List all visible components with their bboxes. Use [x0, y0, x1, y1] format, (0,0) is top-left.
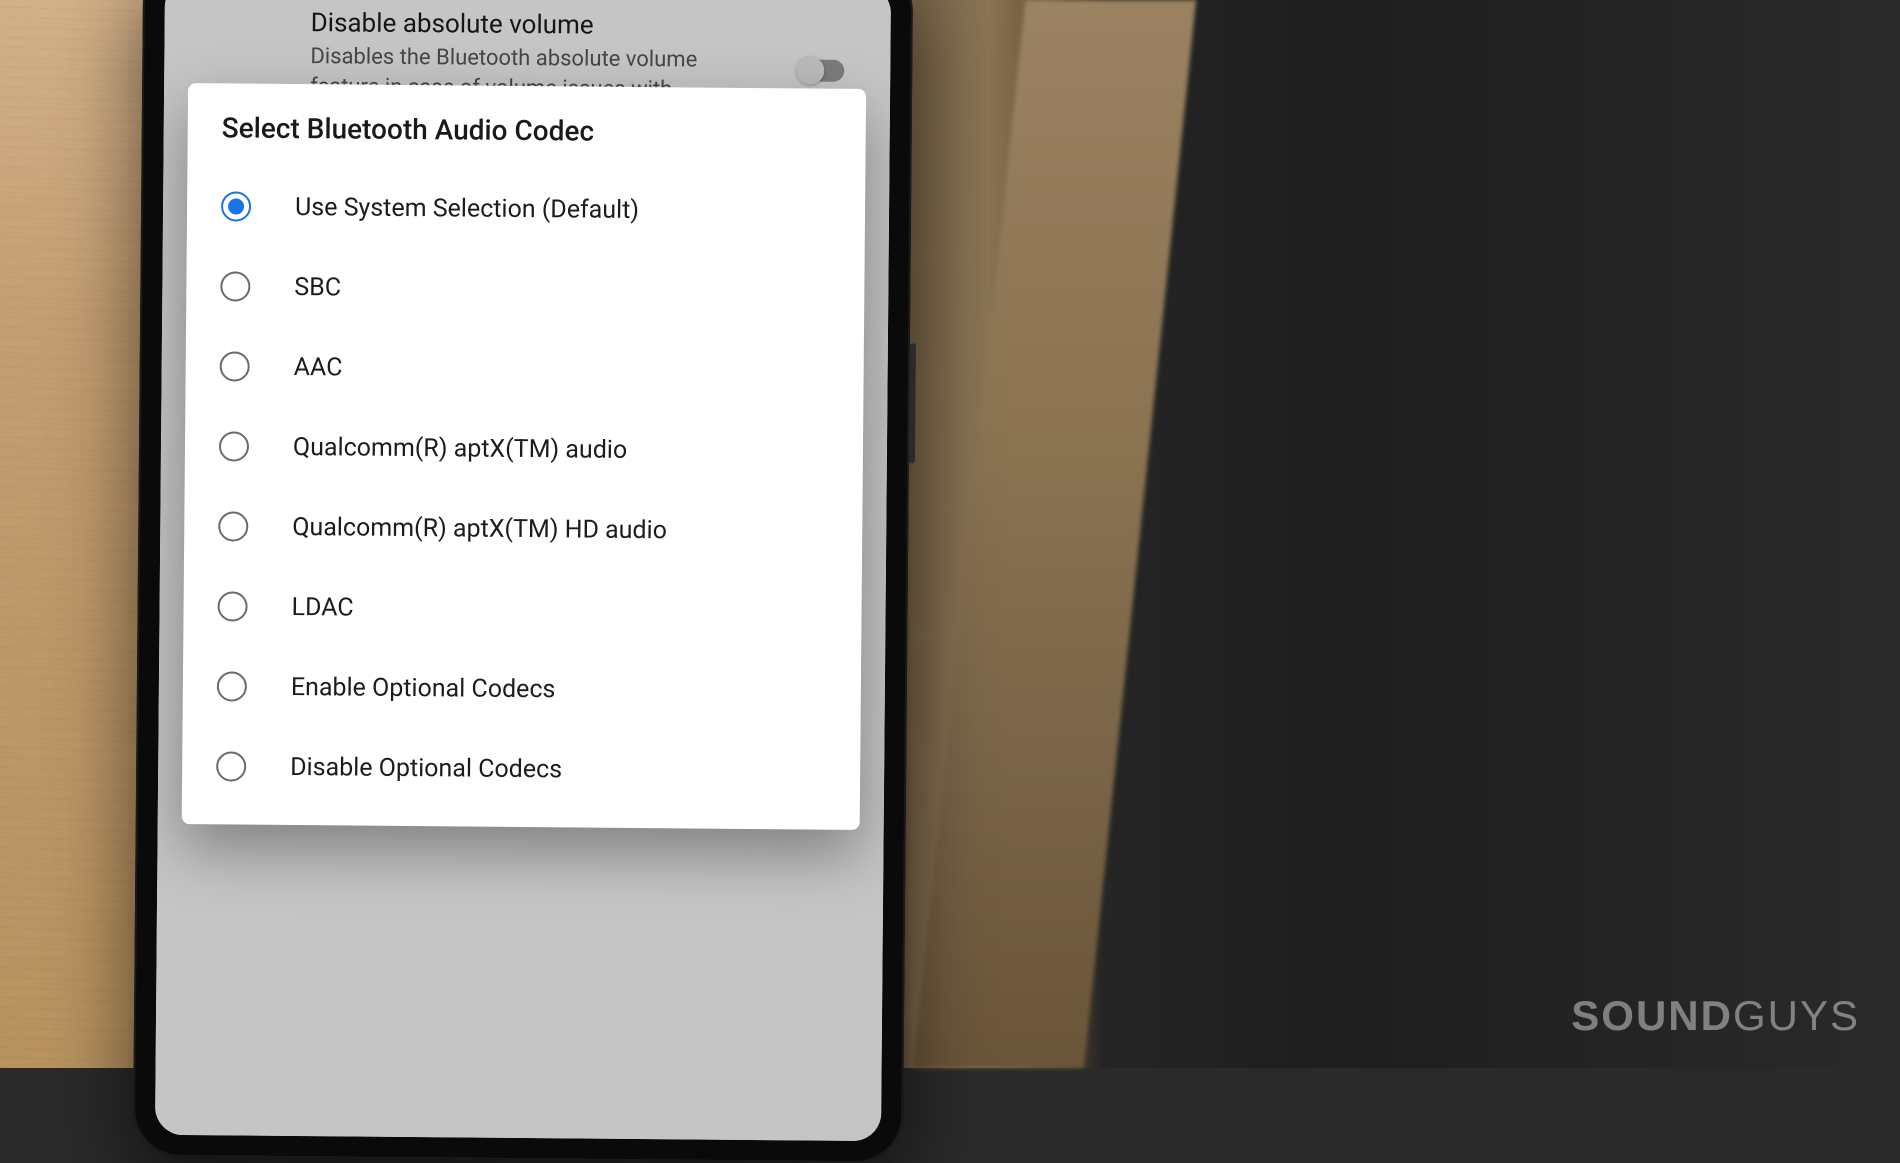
radio-unselected-icon [220, 271, 250, 301]
codec-selection-dialog: Select Bluetooth Audio Codec Use System … [182, 83, 866, 830]
radio-unselected-icon [217, 671, 247, 701]
codec-option-aptx-hd[interactable]: Qualcomm(R) aptX(TM) HD audio [184, 486, 863, 572]
codec-option-default[interactable]: Use System Selection (Default) [187, 166, 866, 252]
option-label: Use System Selection (Default) [295, 190, 639, 226]
option-label: AAC [294, 350, 343, 383]
codec-option-sbc[interactable]: SBC [186, 246, 865, 332]
dialog-title: Select Bluetooth Audio Codec [187, 111, 865, 172]
radio-selected-icon [221, 191, 251, 221]
option-label: Qualcomm(R) aptX(TM) audio [293, 430, 628, 466]
option-label: SBC [294, 270, 341, 303]
codec-option-disable-optional[interactable]: Disable Optional Codecs [182, 726, 861, 812]
option-label: Enable Optional Codecs [291, 670, 556, 705]
radio-unselected-icon [220, 351, 250, 381]
radio-unselected-icon [217, 591, 247, 621]
codec-option-aac[interactable]: AAC [185, 326, 864, 412]
phone-power-button [909, 343, 916, 463]
watermark-light: GUYS [1733, 992, 1860, 1039]
codec-option-aptx[interactable]: Qualcomm(R) aptX(TM) audio [185, 406, 864, 492]
phone-device: Disable absolute volume Disables the Blu… [133, 0, 913, 1163]
soundguys-watermark: SOUNDGUYS [1571, 992, 1860, 1040]
radio-unselected-icon [219, 431, 249, 461]
radio-unselected-icon [216, 751, 246, 781]
option-label: Qualcomm(R) aptX(TM) HD audio [292, 510, 667, 546]
option-label: Disable Optional Codecs [290, 750, 562, 785]
watermark-bold: SOUND [1571, 992, 1733, 1039]
setting-title: Disable absolute volume [311, 8, 855, 43]
codec-option-enable-optional[interactable]: Enable Optional Codecs [183, 646, 862, 732]
radio-unselected-icon [218, 511, 248, 541]
toggle-switch-off [798, 59, 844, 81]
phone-screen: Disable absolute volume Disables the Blu… [155, 0, 891, 1141]
option-label: LDAC [291, 590, 353, 624]
codec-option-ldac[interactable]: LDAC [183, 566, 862, 652]
